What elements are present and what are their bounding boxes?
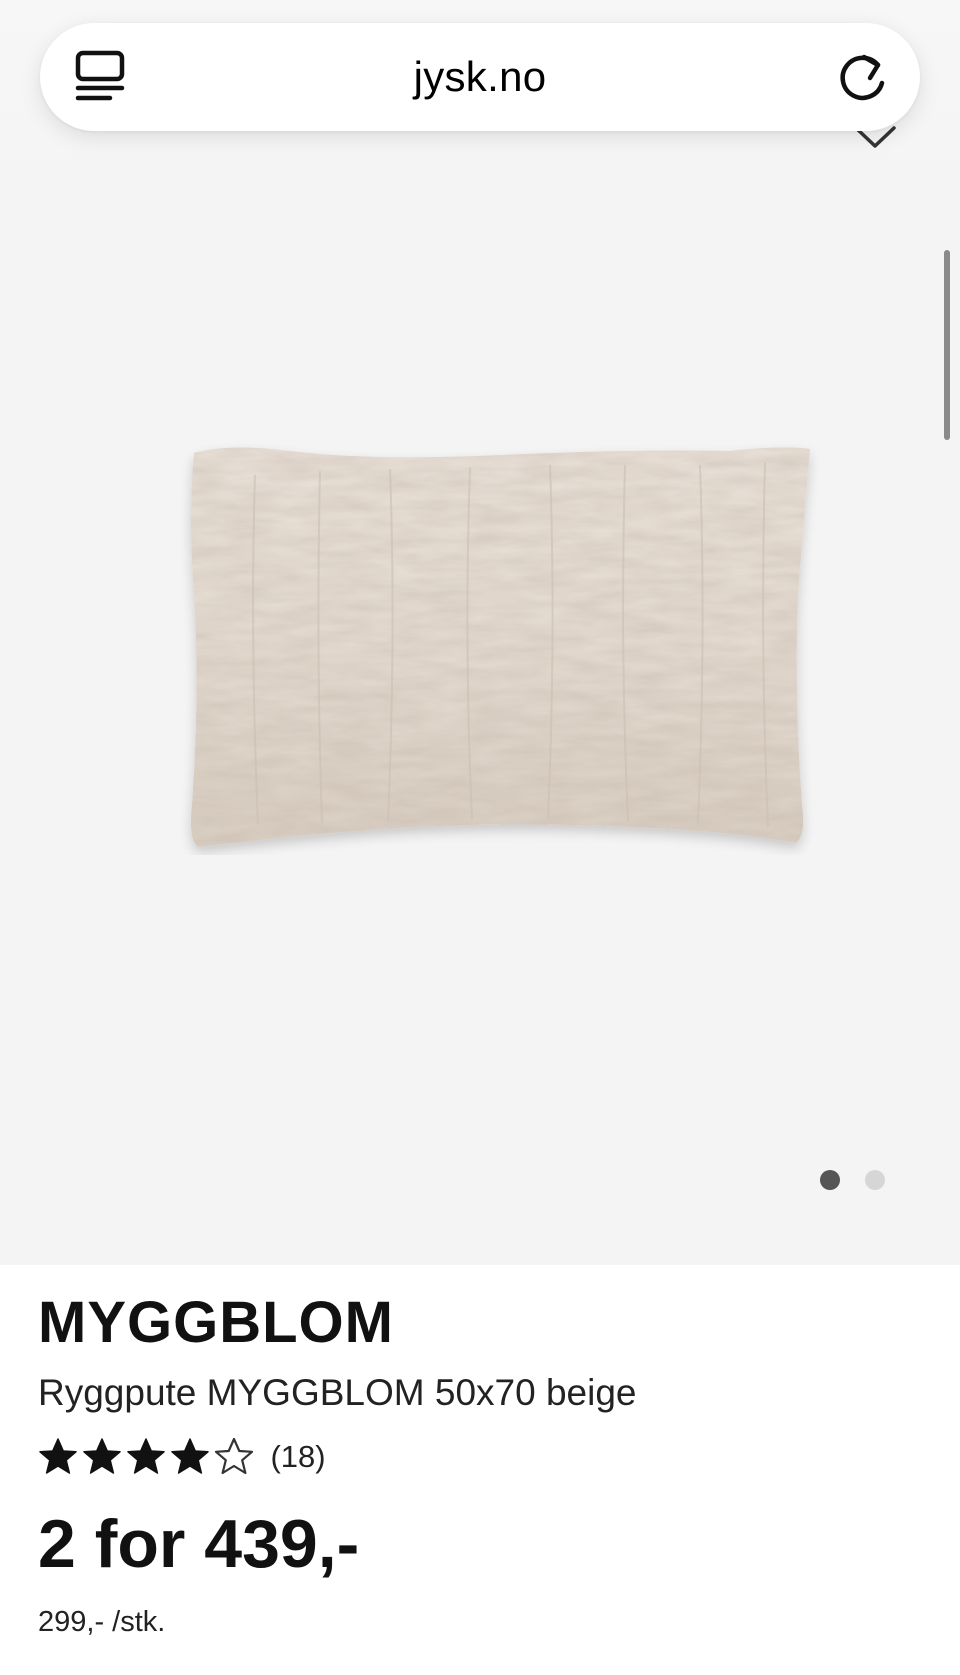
product-price: 2 for 439,-: [38, 1506, 360, 1582]
unit-price: 299,- /stk.: [38, 1606, 166, 1638]
product-image[interactable]: [170, 435, 820, 855]
url-text[interactable]: jysk.no: [190, 23, 770, 131]
product-rating[interactable]: (18): [38, 1437, 326, 1483]
product-brand: MYGGBLOM: [38, 1290, 394, 1355]
rating-stars: [38, 1437, 258, 1477]
review-count[interactable]: (18): [270, 1439, 325, 1475]
star-filled-icon: [171, 1438, 209, 1474]
scrollbar[interactable]: [944, 250, 950, 440]
carousel-dot[interactable]: [865, 1170, 885, 1190]
carousel-dot-active[interactable]: [820, 1170, 840, 1190]
tabs-icon[interactable]: [70, 47, 130, 107]
browser-address-bar[interactable]: jysk.no: [40, 23, 920, 131]
product-image-gallery[interactable]: [0, 0, 960, 1265]
star-filled-icon: [83, 1438, 121, 1474]
star-empty-icon: [214, 1437, 254, 1475]
reload-icon[interactable]: [834, 49, 892, 107]
carousel-dots: [820, 1170, 890, 1192]
star-filled-icon: [39, 1438, 77, 1474]
product-name: Ryggpute MYGGBLOM 50x70 beige: [38, 1372, 637, 1413]
star-filled-icon: [127, 1438, 165, 1474]
